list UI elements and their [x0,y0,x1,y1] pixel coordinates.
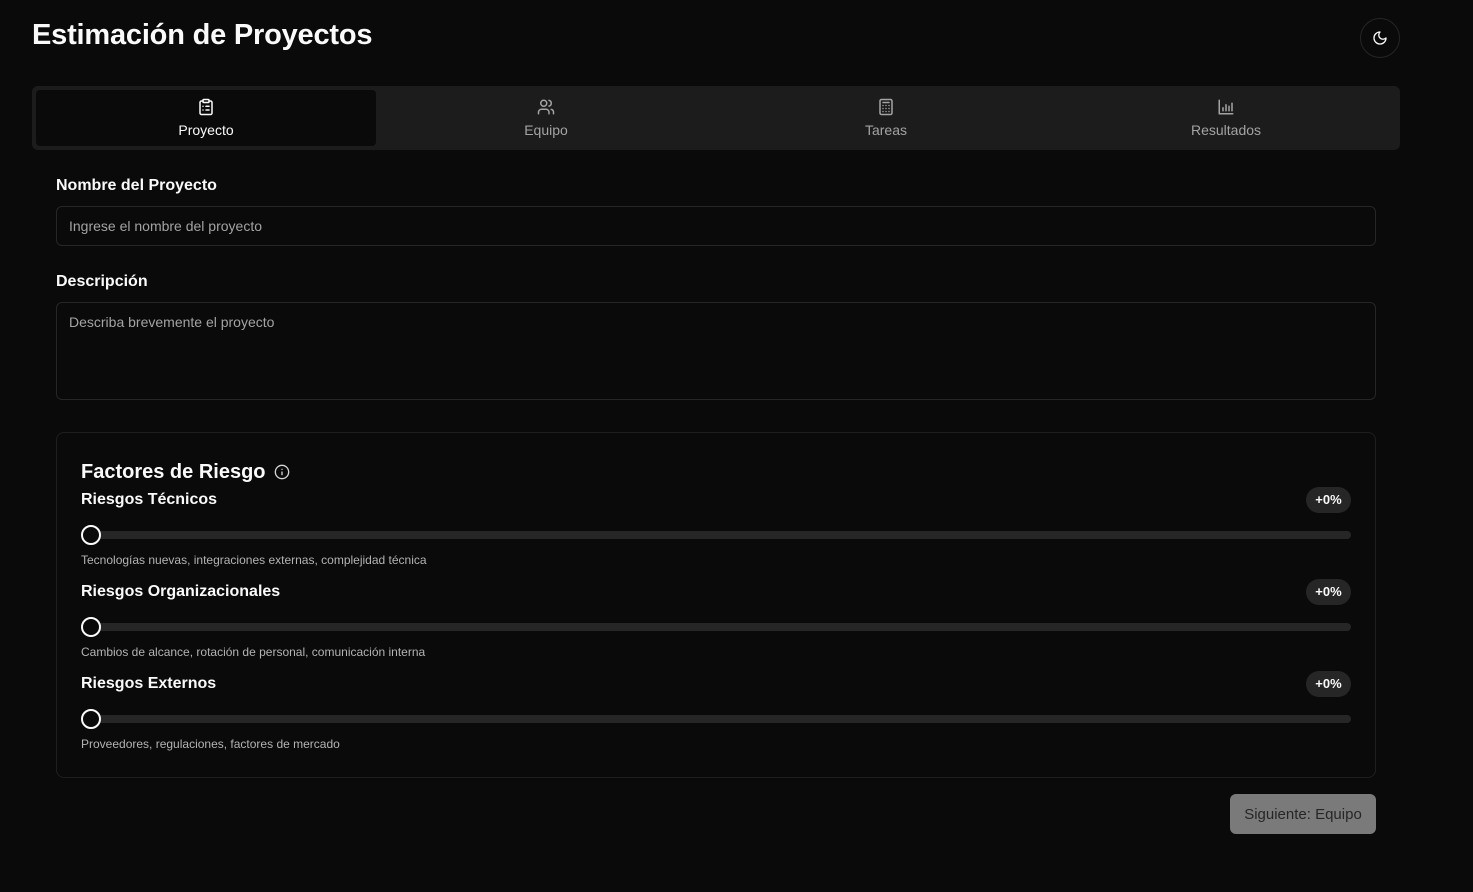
tab-proyecto[interactable]: Proyecto [36,90,376,146]
slider-track [81,715,1351,723]
risk-name: Riesgos Externos [81,675,217,692]
clipboard-icon [199,98,213,116]
project-estimation-page: Estimación de Proyectos Proyecto Equipo [0,0,1473,892]
risk-slider[interactable] [81,709,1351,729]
risk-factors-heading: Factores de Riesgo [81,459,1351,485]
description-textarea[interactable] [56,302,1376,400]
tab-tareas[interactable]: Tareas [716,90,1056,146]
bar-chart-icon [1218,99,1234,115]
risk-description: Cambios de alcance, rotación de personal… [81,645,426,659]
next-button[interactable]: Siguiente: Equipo [1230,794,1376,834]
risk-name: Riesgos Organizacionales [81,583,281,600]
risk-description: Tecnologías nuevas, integraciones extern… [81,553,427,567]
risk-slider[interactable] [81,617,1351,637]
moon-icon [1373,31,1387,45]
tab-resultados[interactable]: Resultados [1056,90,1396,146]
slider-thumb[interactable] [81,525,101,545]
users-icon [537,99,555,115]
risk-percentage-badge: +0% [1306,671,1351,697]
risk-item-tecnicos: Riesgos Técnicos +0% Tecnologías nuevas,… [81,485,1351,577]
theme-toggle-button[interactable] [1360,18,1400,58]
risk-percentage-badge: +0% [1306,579,1351,605]
risk-name: Riesgos Técnicos [81,491,218,508]
project-name-label: Nombre del Proyecto [56,177,217,194]
tab-equipo[interactable]: Equipo [376,90,716,146]
slider-thumb[interactable] [81,617,101,637]
info-icon[interactable] [274,464,290,480]
description-label: Descripción [56,273,148,290]
header: Estimación de Proyectos [32,14,1400,58]
risk-description: Proveedores, regulaciones, factores de m… [81,737,340,751]
page-title: Estimación de Proyectos [32,18,373,51]
tab-label: Proyecto [178,122,234,138]
risk-factors-title: Factores de Riesgo [81,460,266,483]
risk-item-externos: Riesgos Externos +0% Proveedores, regula… [81,669,1351,761]
slider-track [81,531,1351,539]
slider-thumb[interactable] [81,709,101,729]
project-name-input[interactable] [56,206,1376,246]
tab-list: Proyecto Equipo Tareas Resultados [32,86,1400,150]
tab-label: Tareas [864,122,908,138]
project-form: Nombre del Proyecto Descripción [56,172,1376,405]
calculator-icon [879,98,893,116]
slider-track [81,623,1351,631]
risk-item-organizacionales: Riesgos Organizacionales +0% Cambios de … [81,577,1351,669]
risk-percentage-badge: +0% [1306,487,1351,513]
risk-factors-card: Factores de Riesgo Riesgos Técnicos +0% … [56,432,1376,778]
tab-label: Equipo [524,122,568,138]
risk-slider[interactable] [81,525,1351,545]
tab-label: Resultados [1190,122,1262,138]
